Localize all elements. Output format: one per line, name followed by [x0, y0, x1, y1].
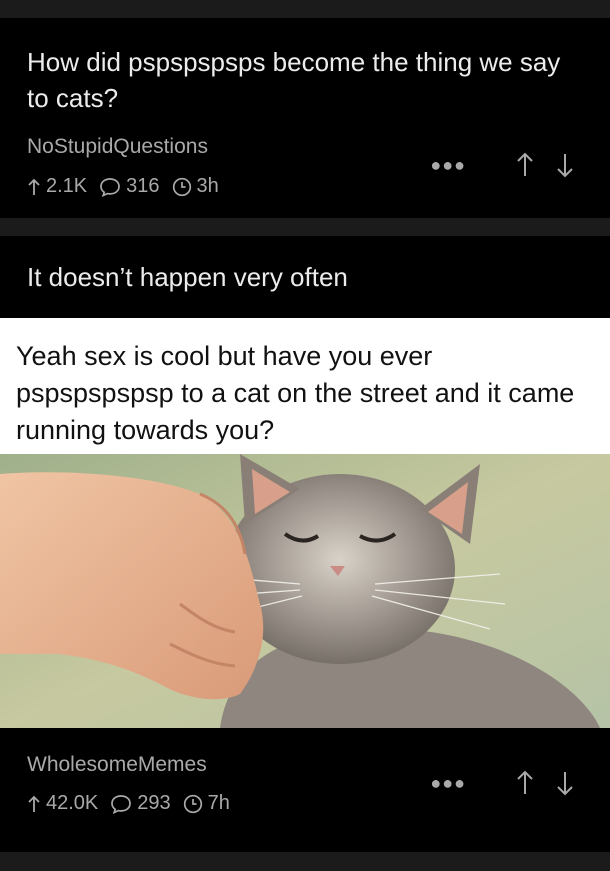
- comment-bubble-icon: [100, 177, 121, 197]
- post-card-2[interactable]: It doesn’t happen very often Yeah sex is…: [0, 236, 610, 852]
- cat-photo: [0, 454, 610, 728]
- vote-down-arrow-icon[interactable]: [556, 770, 574, 796]
- vote-up-arrow-icon[interactable]: [516, 152, 534, 178]
- post-age: 7h: [183, 792, 230, 815]
- arrow-up-icon: [28, 178, 40, 195]
- upvote-value: 2.1K: [46, 175, 88, 197]
- age-value: 3h: [196, 175, 219, 197]
- clock-icon: [172, 177, 191, 196]
- more-dots-icon[interactable]: ●●●: [430, 773, 466, 794]
- meme-caption: Yeah sex is cool but have you ever pspsp…: [16, 341, 575, 445]
- post-title[interactable]: How did pspspspsps become the thing we s…: [27, 44, 572, 116]
- upvote-count: 2.1K: [27, 175, 87, 198]
- comment-count[interactable]: 316: [99, 175, 160, 198]
- post-age: 3h: [172, 175, 219, 198]
- comment-count[interactable]: 293: [110, 792, 171, 815]
- top-separator: [0, 0, 610, 4]
- vote-down-arrow-icon[interactable]: [556, 152, 574, 178]
- post-title[interactable]: It doesn’t happen very often: [27, 262, 348, 293]
- post-actions: ●●●: [430, 770, 574, 796]
- comment-value: 316: [126, 175, 160, 197]
- post-card-1[interactable]: How did pspspspsps become the thing we s…: [0, 18, 610, 218]
- more-dots-icon[interactable]: ●●●: [430, 155, 466, 176]
- subreddit-name[interactable]: NoStupidQuestions: [27, 135, 208, 159]
- upvote-value: 42.0K: [46, 792, 99, 814]
- upvote-count: 42.0K: [27, 792, 98, 815]
- post-stats: 2.1K 316 3h: [27, 175, 231, 198]
- arrow-up-icon: [28, 795, 40, 812]
- post-actions: ●●●: [430, 152, 574, 178]
- vote-up-arrow-icon[interactable]: [516, 770, 534, 796]
- comment-bubble-icon: [111, 794, 132, 814]
- clock-icon: [183, 794, 202, 813]
- post-stats: 42.0K 293 7h: [27, 792, 242, 815]
- subreddit-name[interactable]: WholesomeMemes: [27, 753, 207, 777]
- comment-value: 293: [137, 792, 171, 814]
- age-value: 7h: [207, 792, 230, 814]
- post-image[interactable]: Yeah sex is cool but have you ever pspsp…: [0, 318, 610, 728]
